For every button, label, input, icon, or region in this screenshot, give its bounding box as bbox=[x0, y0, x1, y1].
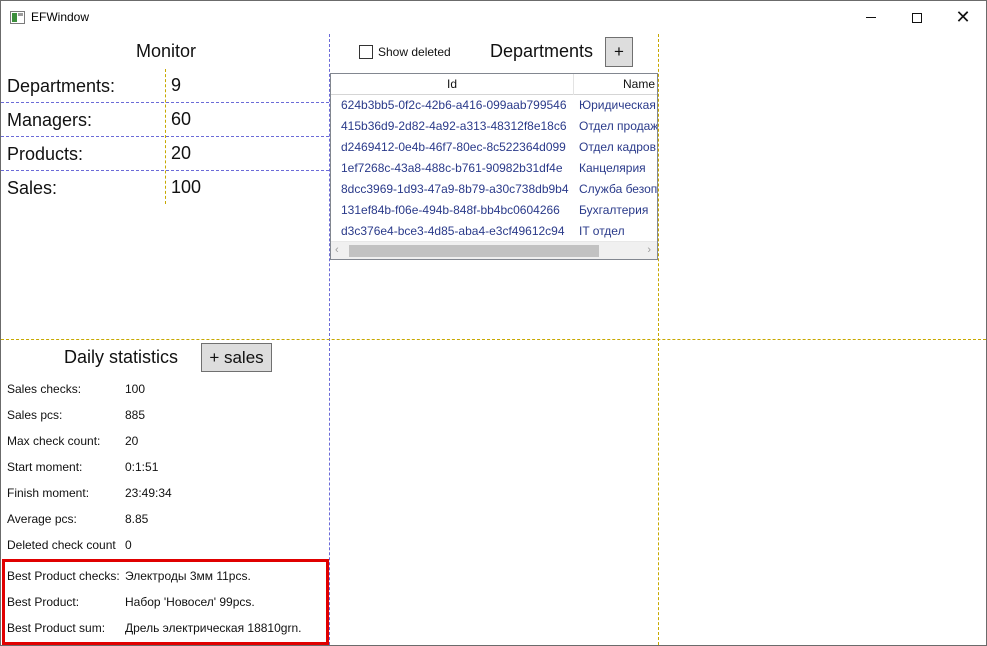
stat-value: Электроды 3мм 11pcs. bbox=[125, 569, 251, 583]
monitor-value: 100 bbox=[171, 177, 202, 197]
table-row[interactable]: 131ef84b-f06e-494b-848f-bb4bc0604266 Бух… bbox=[331, 200, 657, 221]
cell-id: 131ef84b-f06e-494b-848f-bb4bc0604266 bbox=[341, 203, 560, 217]
departments-grid[interactable]: Id Name 624b3bb5-0f2c-42b6-a416-099aab79… bbox=[330, 73, 658, 260]
cell-name: Юридическая bbox=[579, 98, 656, 112]
app-icon bbox=[10, 11, 25, 24]
stat-value: 885 bbox=[125, 408, 146, 422]
horizontal-scrollbar[interactable]: ‹ › bbox=[331, 241, 657, 259]
cell-name: Служба безоп bbox=[579, 182, 658, 196]
checkbox-box[interactable] bbox=[359, 45, 373, 59]
cell-id: d2469412-0e4b-46f7-80ec-8c522364d099 bbox=[341, 140, 566, 154]
monitor-row-sales: Sales: 100 bbox=[1, 170, 329, 204]
stat-value: Набор 'Новосел' 99pcs. bbox=[125, 595, 255, 609]
main-window: EFWindow ✕ Monitor Departments: 9 Manage… bbox=[0, 0, 987, 646]
show-deleted-label: Show deleted bbox=[378, 45, 451, 59]
stat-row: Sales pcs: 885 bbox=[1, 403, 329, 429]
scroll-left-icon[interactable]: ‹ bbox=[335, 244, 339, 256]
stat-value: 100 bbox=[125, 382, 146, 396]
maximize-icon bbox=[912, 12, 922, 23]
minimize-button[interactable] bbox=[848, 1, 894, 34]
cell-name: Канцелярия bbox=[579, 161, 646, 175]
departments-title: Departments bbox=[490, 41, 594, 61]
monitor-row-departments: Departments: 9 bbox=[1, 68, 329, 102]
minimize-icon bbox=[866, 17, 876, 18]
show-deleted-checkbox[interactable]: Show deleted bbox=[359, 45, 451, 59]
stat-label: Best Product checks: bbox=[7, 569, 120, 583]
monitor-row-managers: Managers: 60 bbox=[1, 102, 329, 136]
stat-row: Sales checks: 100 bbox=[1, 377, 329, 403]
monitor-label: Departments: bbox=[7, 76, 116, 96]
stat-label: Finish moment: bbox=[7, 486, 90, 500]
stat-label: Max check count: bbox=[7, 434, 101, 448]
stat-row: Average pcs: 8.85 bbox=[1, 507, 329, 533]
add-sales-button[interactable]: + sales bbox=[201, 343, 272, 372]
cell-id: d3c376e4-bce3-4d85-aba4-e3cf49612c94 bbox=[341, 224, 565, 238]
stat-label: Best Product: bbox=[7, 595, 80, 609]
window-title: EFWindow bbox=[31, 10, 90, 24]
stat-label: Sales pcs: bbox=[7, 408, 63, 422]
stat-row: Deleted check count 0 bbox=[1, 533, 329, 559]
monitor-row-products: Products: 20 bbox=[1, 136, 329, 170]
stat-label: Sales checks: bbox=[7, 382, 82, 396]
column-header-name[interactable]: Name bbox=[574, 74, 657, 95]
stat-label: Average pcs: bbox=[7, 512, 77, 526]
stat-value: 0 bbox=[125, 538, 132, 552]
table-row[interactable]: 8dcc3969-1d93-47a9-8b79-a30c738db9b4 Слу… bbox=[331, 179, 657, 200]
close-icon: ✕ bbox=[955, 6, 971, 28]
cell-name: IT отдел bbox=[579, 224, 625, 238]
stat-row: Start moment: 0:1:51 bbox=[1, 455, 329, 481]
cell-id: 624b3bb5-0f2c-42b6-a416-099aab799546 bbox=[341, 98, 567, 112]
column-header-id[interactable]: Id bbox=[331, 74, 574, 95]
add-department-button[interactable]: + bbox=[605, 37, 633, 67]
cell-name: Бухгалтерия bbox=[579, 203, 649, 217]
stat-row: Best Product checks: Электроды 3мм 11pcs… bbox=[1, 564, 329, 590]
maximize-button[interactable] bbox=[894, 1, 940, 34]
cell-id: 415b36d9-2d82-4a92-a313-48312f8e18c6 bbox=[341, 119, 567, 133]
cell-name: Отдел кадров bbox=[579, 140, 656, 154]
monitor-label: Managers: bbox=[7, 110, 93, 130]
stat-value: 0:1:51 bbox=[125, 460, 159, 474]
stat-value: Дрель электрическая 18810grn. bbox=[125, 621, 302, 635]
monitor-label: Products: bbox=[7, 144, 84, 164]
monitor-label: Sales: bbox=[7, 178, 58, 198]
table-row[interactable]: 415b36d9-2d82-4a92-a313-48312f8e18c6 Отд… bbox=[331, 116, 657, 137]
title-bar[interactable]: EFWindow ✕ bbox=[1, 1, 986, 34]
grid-divider bbox=[1, 339, 986, 340]
table-row[interactable]: d2469412-0e4b-46f7-80ec-8c522364d099 Отд… bbox=[331, 137, 657, 158]
close-button[interactable]: ✕ bbox=[940, 1, 986, 34]
monitor-value: 9 bbox=[171, 75, 182, 95]
stat-value: 20 bbox=[125, 434, 139, 448]
cell-name: Отдел продаж bbox=[579, 119, 658, 133]
stat-value: 23:49:34 bbox=[125, 486, 172, 500]
stat-row: Finish moment: 23:49:34 bbox=[1, 481, 329, 507]
monitor-title: Monitor bbox=[135, 41, 197, 61]
scrollbar-thumb[interactable] bbox=[349, 245, 599, 257]
monitor-value: 60 bbox=[171, 109, 192, 129]
stat-value: 8.85 bbox=[125, 512, 149, 526]
scroll-right-icon[interactable]: › bbox=[647, 244, 651, 256]
stat-row: Max check count: 20 bbox=[1, 429, 329, 455]
grid-header: Id Name bbox=[331, 74, 657, 95]
table-row[interactable]: 624b3bb5-0f2c-42b6-a416-099aab799546 Юри… bbox=[331, 95, 657, 116]
cell-id: 1ef7268c-43a8-488c-b761-90982b31df4e bbox=[341, 161, 563, 175]
stat-label: Start moment: bbox=[7, 460, 83, 474]
stat-row: Best Product: Набор 'Новосел' 99pcs. bbox=[1, 590, 329, 616]
table-row[interactable]: 1ef7268c-43a8-488c-b761-90982b31df4e Кан… bbox=[331, 158, 657, 179]
stat-label: Deleted check count bbox=[7, 538, 116, 552]
stat-row: Best Product sum: Дрель электрическая 18… bbox=[1, 616, 329, 642]
stat-label: Best Product sum: bbox=[7, 621, 106, 635]
monitor-value: 20 bbox=[171, 143, 192, 163]
cell-id: 8dcc3969-1d93-47a9-8b79-a30c738db9b4 bbox=[341, 182, 569, 196]
table-row[interactable]: d3c376e4-bce3-4d85-aba4-e3cf49612c94 IT … bbox=[331, 221, 657, 242]
daily-statistics-title: Daily statistics bbox=[64, 347, 179, 367]
